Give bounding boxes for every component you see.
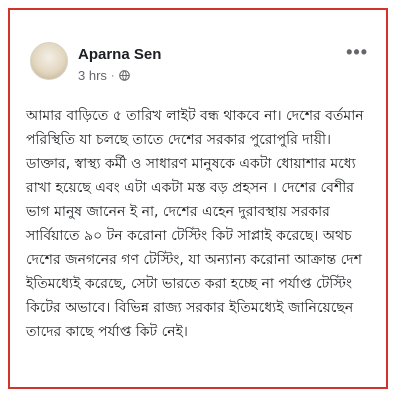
post-text: আমার বাড়িতে ৫ তারিখ লাইট বন্ধ থাকবে না।… — [26, 108, 364, 340]
meta-separator: · — [110, 69, 115, 82]
author-name[interactable]: Aparna Sen — [78, 46, 161, 63]
facebook-post: Aparna Sen 3 hrs · ••• আমার বাড়িতে ৫ তা… — [16, 32, 378, 382]
post-meta: 3 hrs · — [78, 68, 130, 83]
post-time[interactable]: 3 hrs — [78, 68, 107, 83]
avatar[interactable] — [30, 42, 68, 80]
more-options-button[interactable]: ••• — [346, 43, 368, 61]
globe-icon[interactable] — [118, 70, 130, 81]
screenshot-frame: Aparna Sen 3 hrs · ••• আমার বাড়িতে ৫ তা… — [8, 8, 388, 389]
